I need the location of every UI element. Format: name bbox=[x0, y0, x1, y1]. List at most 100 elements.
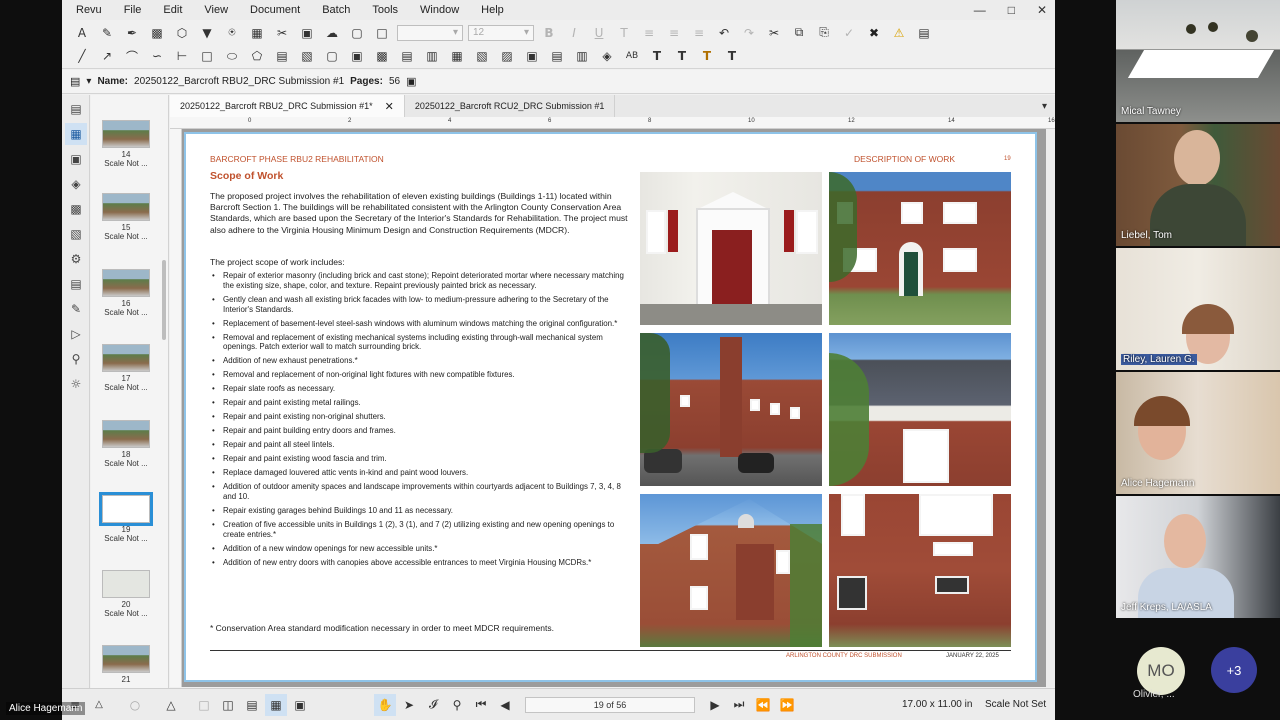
tab-rbu2[interactable]: 20250122_Barcroft RBU2_DRC Submission #1… bbox=[170, 95, 405, 117]
prev-page-icon[interactable]: ◀ bbox=[494, 694, 516, 716]
image-icon[interactable]: ▦ bbox=[247, 23, 267, 43]
text-box-icon[interactable]: A bbox=[72, 23, 92, 43]
italic-icon[interactable]: I bbox=[564, 23, 584, 43]
thumbnail-page-21[interactable]: 21 bbox=[91, 645, 161, 684]
rectangle-icon[interactable]: □ bbox=[197, 46, 217, 66]
properties-icon[interactable]: ▤ bbox=[65, 98, 87, 120]
thumbnail-page-20[interactable]: 20 Scale Not ... bbox=[91, 570, 161, 618]
align-left-icon[interactable]: ≡ bbox=[639, 23, 659, 43]
single-page-icon[interactable]: □ bbox=[193, 694, 215, 716]
video-tile[interactable]: Alice Hagemann bbox=[1116, 372, 1280, 494]
bell-icon[interactable]: ⚠ bbox=[889, 23, 909, 43]
strike-icon[interactable]: T bbox=[614, 23, 634, 43]
video-tile[interactable]: Mical Tawney bbox=[1116, 0, 1280, 122]
cutout-icon[interactable]: ▣ bbox=[522, 46, 542, 66]
measure-polylength-icon[interactable]: ▤ bbox=[397, 46, 417, 66]
measure-area-icon[interactable]: ▧ bbox=[297, 46, 317, 66]
polyline-icon[interactable]: ∽ bbox=[147, 46, 167, 66]
tags-icon[interactable]: ▷ bbox=[65, 323, 87, 345]
search-icon[interactable]: ⚲ bbox=[65, 348, 87, 370]
menu-batch[interactable]: Batch bbox=[311, 4, 361, 16]
text-style-icon[interactable]: T bbox=[722, 46, 742, 66]
sketch-icon[interactable]: □ bbox=[372, 23, 392, 43]
forward-icon[interactable]: ⏩ bbox=[776, 694, 798, 716]
align-right-icon[interactable]: ≡ bbox=[689, 23, 709, 43]
callout-icon[interactable]: ▼ bbox=[197, 23, 217, 43]
cloud-icon[interactable]: ☁ bbox=[322, 23, 342, 43]
polygon-shape-icon[interactable]: ⬠ bbox=[247, 46, 267, 66]
pan-hand-icon[interactable]: ✋ bbox=[374, 693, 396, 716]
vertical-scrollbar[interactable] bbox=[1046, 129, 1055, 687]
measure-diameter-icon[interactable]: ▣ bbox=[347, 46, 367, 66]
chevron-down-icon[interactable]: ▾ bbox=[1042, 101, 1047, 112]
delete-icon[interactable]: ✖ bbox=[864, 23, 884, 43]
menu-window[interactable]: Window bbox=[409, 4, 470, 16]
measure-perimeter-icon[interactable]: ▢ bbox=[322, 46, 342, 66]
zoom-icon[interactable]: ⚲ bbox=[446, 694, 468, 716]
menu-view[interactable]: View bbox=[193, 4, 239, 16]
markups-list-icon[interactable]: ▧ bbox=[65, 223, 87, 245]
maximize-icon[interactable]: □ bbox=[1008, 3, 1015, 17]
thumbnail-page-18[interactable]: 18 Scale Not ... bbox=[91, 420, 161, 468]
tab-rcu2[interactable]: 20250122_Barcroft RCU2_DRC Submission #1 bbox=[405, 95, 616, 117]
thumbnail-page-17[interactable]: 17 Scale Not ... bbox=[91, 344, 161, 392]
marquee-icon[interactable]: ▤ bbox=[914, 23, 934, 43]
last-page-icon[interactable]: ⏭ bbox=[728, 694, 750, 716]
line-icon[interactable]: ╱ bbox=[72, 46, 92, 66]
signatures-icon[interactable]: ✎ bbox=[65, 298, 87, 320]
measure-length-icon[interactable]: ▤ bbox=[272, 46, 292, 66]
spell-icon[interactable]: AB bbox=[622, 46, 642, 66]
cut-icon[interactable]: ✂ bbox=[764, 23, 784, 43]
bold-icon[interactable]: B bbox=[539, 23, 559, 43]
undo-icon[interactable]: ↶ bbox=[714, 23, 734, 43]
thumbnail-scrollbar[interactable] bbox=[162, 260, 166, 340]
triangle-large-icon[interactable]: △ bbox=[160, 694, 182, 716]
menu-tools[interactable]: Tools bbox=[361, 4, 409, 16]
page-indicator[interactable]: 19 of 56 bbox=[525, 696, 695, 713]
video-tile[interactable]: Riley, Lauren G. bbox=[1116, 248, 1280, 370]
thumbnails-icon[interactable]: ▦ bbox=[65, 123, 87, 145]
more-participants-button[interactable]: +3 bbox=[1211, 647, 1257, 693]
document-icon[interactable]: ▤ bbox=[70, 75, 80, 88]
hatch-icon[interactable]: ▤ bbox=[547, 46, 567, 66]
measure-radius-icon[interactable]: ▦ bbox=[447, 46, 467, 66]
triangle-icon[interactable]: △ bbox=[88, 694, 110, 716]
menu-file[interactable]: File bbox=[113, 4, 153, 16]
close-tab-icon[interactable]: ✕ bbox=[385, 100, 394, 113]
layers-icon[interactable]: ◈ bbox=[65, 173, 87, 195]
toolchest-icon[interactable]: ▩ bbox=[65, 198, 87, 220]
menu-revu[interactable]: Revu bbox=[62, 4, 113, 16]
grid-view-icon[interactable]: ▦ bbox=[265, 693, 287, 716]
thumbnail-page-19[interactable]: 19 Scale Not ... bbox=[91, 492, 161, 543]
scale-status[interactable]: Scale Not Set bbox=[985, 699, 1046, 710]
back-icon[interactable]: ⏪ bbox=[752, 694, 774, 716]
format-painter-icon[interactable]: ✓ bbox=[839, 23, 859, 43]
thumbnail-page-14[interactable]: 14 Scale Not ... bbox=[91, 120, 161, 168]
copy-icon[interactable]: ⧉ bbox=[789, 23, 809, 43]
calibrate-icon[interactable]: ▨ bbox=[497, 46, 517, 66]
bookmarks-icon[interactable]: ▣ bbox=[65, 148, 87, 170]
dynamic-fill-icon[interactable]: ◈ bbox=[597, 46, 617, 66]
arrow-icon[interactable]: ↗ bbox=[97, 46, 117, 66]
font-family-select[interactable]: ▾ bbox=[397, 24, 463, 41]
menu-edit[interactable]: Edit bbox=[152, 4, 193, 16]
crop-icon[interactable]: ✂ bbox=[272, 23, 292, 43]
eraser-icon[interactable]: ▥ bbox=[572, 46, 592, 66]
ellipse-icon[interactable]: ⬭ bbox=[222, 46, 242, 66]
document-canvas[interactable]: BARCROFT PHASE RBU2 REHABILITATION DESCR… bbox=[182, 129, 1046, 687]
minimize-icon[interactable]: — bbox=[974, 3, 986, 17]
measurements-icon[interactable]: ▤ bbox=[65, 273, 87, 295]
file-icon[interactable]: ▣ bbox=[406, 75, 416, 88]
font-size-select[interactable]: 12 ▾ bbox=[468, 24, 534, 41]
stamp-tool-icon[interactable]: ⍟ bbox=[222, 23, 242, 43]
avatar[interactable]: MO bbox=[1137, 647, 1185, 695]
highlight-icon[interactable]: ✎ bbox=[97, 23, 117, 43]
pen-icon[interactable]: ✒ bbox=[122, 23, 142, 43]
thumbnail-page-16[interactable]: 16 Scale Not ... bbox=[91, 269, 161, 317]
first-page-icon[interactable]: ⏮ bbox=[470, 694, 492, 716]
align-center-icon[interactable]: ≡ bbox=[664, 23, 684, 43]
continuous-icon[interactable]: ▤ bbox=[241, 694, 263, 716]
redo-icon[interactable]: ↷ bbox=[739, 23, 759, 43]
snapshot-icon[interactable]: ▣ bbox=[297, 23, 317, 43]
thumbnail-page-15[interactable]: 15 Scale Not ... bbox=[91, 193, 161, 241]
